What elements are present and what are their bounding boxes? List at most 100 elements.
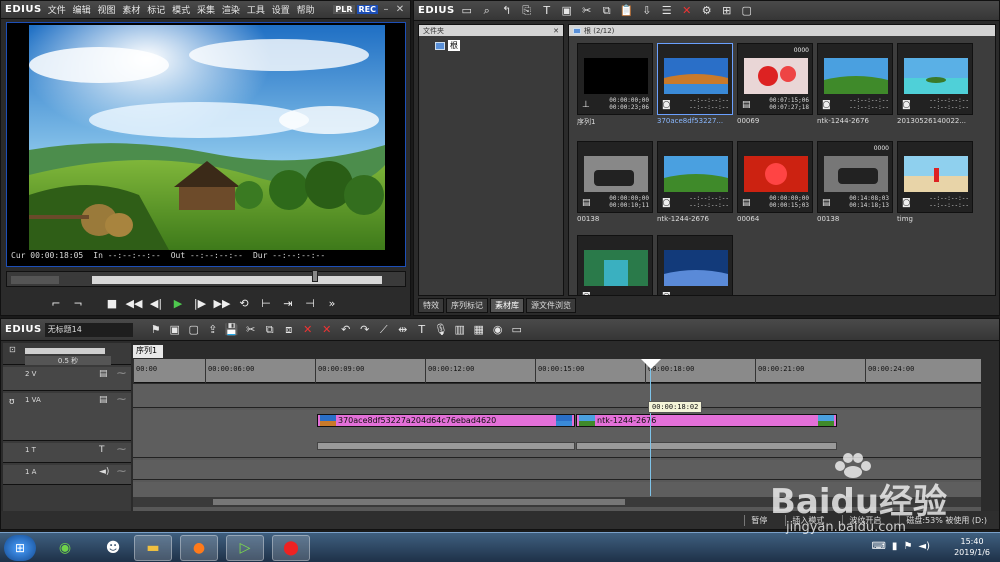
copy-icon[interactable]: ⧉ bbox=[599, 3, 615, 19]
clip-item[interactable]: ⊥ 00:00:00;00 00:00:23;06 序列1 bbox=[577, 43, 653, 133]
open-project-icon[interactable]: ▣ bbox=[167, 322, 183, 338]
menu-file[interactable]: 文件 bbox=[48, 6, 66, 16]
network-icon[interactable]: ▮ bbox=[892, 541, 898, 552]
track-header-2v[interactable]: 2 V ▤ ⁓ bbox=[3, 367, 131, 391]
keyboard-icon[interactable]: ⌨ bbox=[871, 541, 885, 552]
track-header-1a[interactable]: 1 A ◄) ⁓ bbox=[3, 465, 131, 485]
minimize-icon[interactable]: – bbox=[380, 4, 392, 16]
sync-icon[interactable]: ⁓ bbox=[117, 467, 126, 477]
playhead-marker[interactable] bbox=[641, 359, 661, 369]
cut-icon[interactable]: ✂ bbox=[243, 322, 259, 338]
delete-icon[interactable]: ✕ bbox=[679, 3, 695, 19]
multicam-icon[interactable]: ▦ bbox=[471, 322, 487, 338]
replace-icon[interactable]: ⊣ bbox=[300, 294, 320, 312]
search-icon[interactable]: ⌕ bbox=[479, 3, 495, 19]
audio-waveform[interactable] bbox=[576, 442, 837, 450]
timeline-clip[interactable]: 370ace8df53227a204d64c76ebad4620 bbox=[317, 414, 575, 427]
paste-icon[interactable]: ⧈ bbox=[281, 322, 297, 338]
voiceover-icon[interactable]: 🎙 bbox=[433, 322, 449, 338]
scrub-bar[interactable] bbox=[6, 270, 406, 287]
redo-icon[interactable]: ↷ bbox=[357, 322, 373, 338]
taskbar-app-explorer[interactable]: ▬ bbox=[134, 535, 172, 561]
menu-render[interactable]: 渲染 bbox=[222, 6, 240, 16]
tab-source-browser[interactable]: 源文件浏览 bbox=[526, 298, 576, 313]
timeline-clip[interactable]: ntk-1244-2676 bbox=[576, 414, 837, 427]
set-in-icon[interactable]: ⌐ bbox=[46, 294, 66, 312]
scrollbar-thumb[interactable] bbox=[213, 499, 625, 505]
sync-icon[interactable]: ⁓ bbox=[117, 445, 126, 455]
marker-icon[interactable]: ◉ bbox=[490, 322, 506, 338]
fast-forward-icon[interactable]: ▶▶ bbox=[212, 294, 232, 312]
menu-edit[interactable]: 编辑 bbox=[73, 6, 91, 16]
position-slider-handle[interactable] bbox=[312, 270, 318, 282]
paste-icon[interactable]: 📋 bbox=[619, 3, 635, 19]
title-icon[interactable]: T bbox=[539, 3, 555, 19]
clip-item[interactable]: ◙ --:--:--:-- --:--:--:-- 20130526140022.… bbox=[897, 43, 973, 133]
position-slider-track[interactable] bbox=[92, 276, 382, 284]
shuttle-slider[interactable] bbox=[11, 276, 59, 284]
clip-item[interactable]: ▤ 00:00:00;00 00:00:10;11 00138 bbox=[577, 141, 653, 231]
clip-item[interactable]: ◙ bbox=[577, 235, 653, 295]
sequence-tab[interactable]: 序列1 bbox=[133, 345, 163, 358]
taskbar-app-recorder[interactable]: ⬤ bbox=[272, 535, 310, 561]
lane-2v[interactable] bbox=[133, 384, 981, 408]
close-folder-icon[interactable]: ✕ bbox=[553, 27, 559, 35]
clip-item[interactable]: 0000 ▤ 00:07:15;06 00:07:27;18 00069 bbox=[737, 43, 813, 133]
loop-icon[interactable]: ⟲ bbox=[234, 294, 254, 312]
preview-monitor[interactable] bbox=[6, 22, 406, 267]
menu-settings[interactable]: 设置 bbox=[272, 6, 290, 16]
folder-icon[interactable]: ▭ bbox=[459, 3, 475, 19]
playhead-line[interactable] bbox=[650, 360, 651, 496]
title-icon[interactable]: T bbox=[414, 322, 430, 338]
set-out-icon[interactable]: ¬ bbox=[68, 294, 88, 312]
add-to-timeline-icon[interactable]: ⇩ bbox=[639, 3, 655, 19]
up-folder-icon[interactable]: ↰ bbox=[499, 3, 515, 19]
insert-icon[interactable]: ⊢ bbox=[256, 294, 276, 312]
taskbar-app-edius[interactable]: ▷ bbox=[226, 535, 264, 561]
lane-1va[interactable]: 370ace8df53227a204d64c76ebad4620 ntk-124… bbox=[133, 410, 981, 458]
sync-icon[interactable]: ⁓ bbox=[117, 369, 126, 379]
menu-help[interactable]: 帮助 bbox=[297, 6, 315, 16]
menu-tools[interactable]: 工具 bbox=[247, 6, 265, 16]
clip-item[interactable]: ◙ --:--:--:-- --:--:--:-- 370ace8df53227.… bbox=[657, 43, 733, 133]
tab-asset-bin[interactable]: 素材库 bbox=[490, 298, 524, 313]
export-icon[interactable]: ⇪ bbox=[205, 322, 221, 338]
save-icon[interactable]: ▢ bbox=[186, 322, 202, 338]
menu-view[interactable]: 视图 bbox=[97, 6, 115, 16]
new-sequence-icon[interactable]: ⚑ bbox=[148, 322, 164, 338]
menu-marker[interactable]: 标记 bbox=[147, 6, 165, 16]
timeline-ruler[interactable]: 00:00 00:00:06:00 00:00:09:00 00:00:12:0… bbox=[133, 359, 981, 383]
clip-item[interactable]: ◙ --:--:--:-- --:--:--:-- timg bbox=[897, 141, 973, 231]
layout-icon[interactable]: ▭ bbox=[509, 322, 525, 338]
trim-icon[interactable]: ⇹ bbox=[395, 322, 411, 338]
track-header-1t[interactable]: 1 T T ⁓ bbox=[3, 443, 131, 463]
track-header-1va[interactable]: ʊ 1 VA ▤ ⁓ bbox=[3, 393, 131, 441]
view-icon[interactable]: ⊞ bbox=[719, 3, 735, 19]
ripple-delete-icon[interactable]: ✕ bbox=[319, 322, 335, 338]
menu-clip[interactable]: 素材 bbox=[122, 6, 140, 16]
volume-icon[interactable]: ◄) bbox=[918, 541, 930, 552]
panel-icon[interactable]: ▢ bbox=[739, 3, 755, 19]
tab-effects[interactable]: 特效 bbox=[418, 298, 444, 313]
settings-icon[interactable]: ⚙ bbox=[699, 3, 715, 19]
track-options-icon[interactable]: ⊡ bbox=[9, 345, 16, 354]
clip-item[interactable]: ◙ --:--:--:-- --:--:--:-- ntk-1244-2676 bbox=[657, 141, 733, 231]
save-project-icon[interactable]: 💾 bbox=[224, 322, 240, 338]
zoom-level[interactable]: 0.5 秒 bbox=[25, 356, 111, 365]
copy-icon[interactable]: ⧉ bbox=[262, 322, 278, 338]
audio-waveform[interactable] bbox=[317, 442, 575, 450]
overwrite-icon[interactable]: ⇥ bbox=[278, 294, 298, 312]
step-forward-icon[interactable]: |▶ bbox=[190, 294, 210, 312]
split-icon[interactable]: ⟋ bbox=[376, 322, 392, 338]
step-back-icon[interactable]: ◀| bbox=[146, 294, 166, 312]
menu-mode[interactable]: 模式 bbox=[172, 6, 190, 16]
new-clip-icon[interactable]: ⎘ bbox=[519, 3, 535, 19]
more-icon[interactable]: » bbox=[322, 294, 342, 312]
clip-item[interactable]: 0000 ▤ 00:14:08;03 00:14:18;13 00138 bbox=[817, 141, 893, 231]
cut-icon[interactable]: ✂ bbox=[579, 3, 595, 19]
close-icon[interactable]: ✕ bbox=[394, 4, 406, 16]
properties-icon[interactable]: ☰ bbox=[659, 3, 675, 19]
flag-icon[interactable]: ⚑ bbox=[903, 541, 912, 552]
sync-icon[interactable]: ⁓ bbox=[117, 395, 126, 405]
start-button[interactable]: ⊞ bbox=[4, 535, 36, 561]
